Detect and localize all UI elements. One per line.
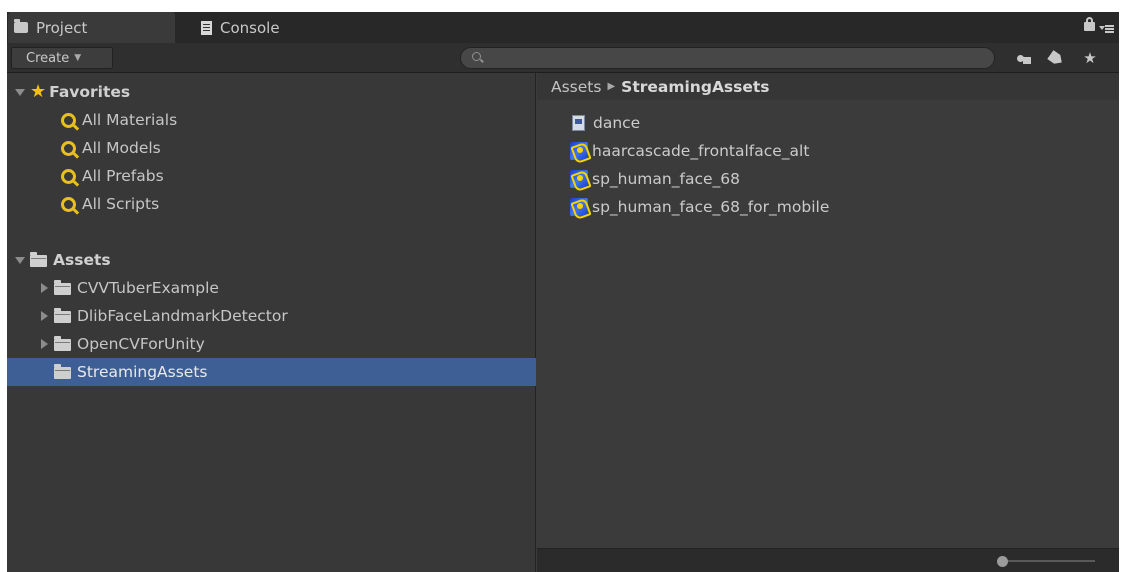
console-icon xyxy=(201,20,212,35)
file-item[interactable]: sp_human_face_68 xyxy=(570,166,740,192)
expand-arrow-icon[interactable] xyxy=(41,283,48,293)
slider-knob[interactable] xyxy=(997,556,1008,567)
file-item[interactable]: dance xyxy=(572,110,640,136)
project-window: Project Console Create ▼ ★ ★ Favorites A… xyxy=(7,12,1119,572)
folder-icon xyxy=(14,19,28,33)
tab-label: Project xyxy=(36,18,88,37)
tree-item-folder[interactable]: DlibFaceLandmarkDetector xyxy=(7,302,536,330)
tag-icon xyxy=(1047,49,1065,66)
folder-icon xyxy=(54,280,71,295)
tree-item-label: All Prefabs xyxy=(82,167,164,185)
tab-console[interactable]: Console xyxy=(197,12,337,43)
expand-arrow-icon[interactable] xyxy=(41,311,48,321)
tree-item-folder[interactable]: OpenCVForUnity xyxy=(7,330,536,358)
breadcrumb-current[interactable]: StreamingAssets xyxy=(621,78,769,96)
star-icon: ★ xyxy=(30,81,47,102)
toolbar: Create ▼ ★ xyxy=(7,43,1119,73)
tab-bar: Project Console xyxy=(7,12,1119,43)
tree-item-favorite[interactable]: All Prefabs xyxy=(7,162,536,190)
binary-file-icon xyxy=(570,142,588,160)
lock-icon[interactable] xyxy=(1084,17,1095,31)
breadcrumb-root[interactable]: Assets xyxy=(551,78,601,96)
folder-icon xyxy=(54,308,71,323)
create-button[interactable]: Create ▼ xyxy=(11,47,113,69)
file-name: dance xyxy=(593,114,641,132)
tab-project[interactable]: Project xyxy=(8,12,175,43)
create-label: Create xyxy=(26,50,70,66)
tree-item-favorite[interactable]: All Scripts xyxy=(7,190,536,218)
binary-file-icon xyxy=(570,170,588,188)
file-item[interactable]: haarcascade_frontalface_alt xyxy=(570,138,809,164)
panel-menu-icon[interactable] xyxy=(1099,23,1115,35)
chevron-right-icon: ▶ xyxy=(607,81,616,92)
tree-item-favorite[interactable]: All Materials xyxy=(7,106,536,134)
slider-track[interactable] xyxy=(1001,560,1095,562)
icon-size-slider[interactable] xyxy=(997,556,1097,567)
folder-icon xyxy=(30,252,47,267)
tree-item-folder-selected[interactable]: StreamingAssets xyxy=(7,358,536,386)
search-icon xyxy=(61,112,76,128)
file-name: sp_human_face_68_for_mobile xyxy=(592,198,830,216)
star-icon: ★ xyxy=(1083,49,1097,67)
search-icon xyxy=(61,140,76,156)
status-bar xyxy=(537,548,1119,572)
expand-arrow-icon[interactable] xyxy=(41,339,48,349)
folder-tree-panel: ★ Favorites All Materials All Models All… xyxy=(7,73,536,572)
filter-by-label-button[interactable] xyxy=(1041,47,1071,69)
search-input[interactable] xyxy=(460,47,995,69)
tab-label: Console xyxy=(220,18,280,37)
folder-icon xyxy=(54,336,71,351)
folder-icon xyxy=(54,364,71,379)
search-icon xyxy=(61,196,76,212)
tree-item-label: All Materials xyxy=(82,111,178,129)
binary-file-icon xyxy=(570,198,588,216)
chevron-down-icon: ▼ xyxy=(74,53,82,63)
file-name: sp_human_face_68 xyxy=(592,170,740,188)
tree-item-label: DlibFaceLandmarkDetector xyxy=(77,307,288,325)
expand-arrow-icon[interactable] xyxy=(15,88,25,96)
filter-by-type-button[interactable] xyxy=(1009,47,1039,69)
breadcrumb: Assets ▶ StreamingAssets xyxy=(537,73,1119,100)
tree-item-favorite[interactable]: All Models xyxy=(7,134,536,162)
save-favorite-button[interactable]: ★ xyxy=(1075,47,1105,69)
tree-assets-header[interactable]: Assets xyxy=(7,246,536,274)
favorites-label: Favorites xyxy=(49,83,131,101)
tree-item-label: CVVTuberExample xyxy=(77,279,219,297)
type-filter-icon xyxy=(1017,52,1031,64)
tree-item-folder[interactable]: CVVTuberExample xyxy=(7,274,536,302)
assets-label: Assets xyxy=(53,251,111,269)
tree-favorites-header[interactable]: ★ Favorites xyxy=(7,78,536,106)
tree-item-label: StreamingAssets xyxy=(77,363,208,381)
search-icon xyxy=(61,168,76,184)
file-name: haarcascade_frontalface_alt xyxy=(592,142,810,160)
search-icon xyxy=(472,52,481,61)
file-item[interactable]: sp_human_face_68_for_mobile xyxy=(570,194,829,220)
text-file-icon xyxy=(572,115,585,131)
folder-contents-panel: Assets ▶ StreamingAssets dance haarcasca… xyxy=(537,73,1119,572)
expand-arrow-icon[interactable] xyxy=(15,256,25,264)
tree-item-label: All Scripts xyxy=(82,195,160,213)
tree-item-label: OpenCVForUnity xyxy=(77,335,205,353)
tree-item-label: All Models xyxy=(82,139,161,157)
